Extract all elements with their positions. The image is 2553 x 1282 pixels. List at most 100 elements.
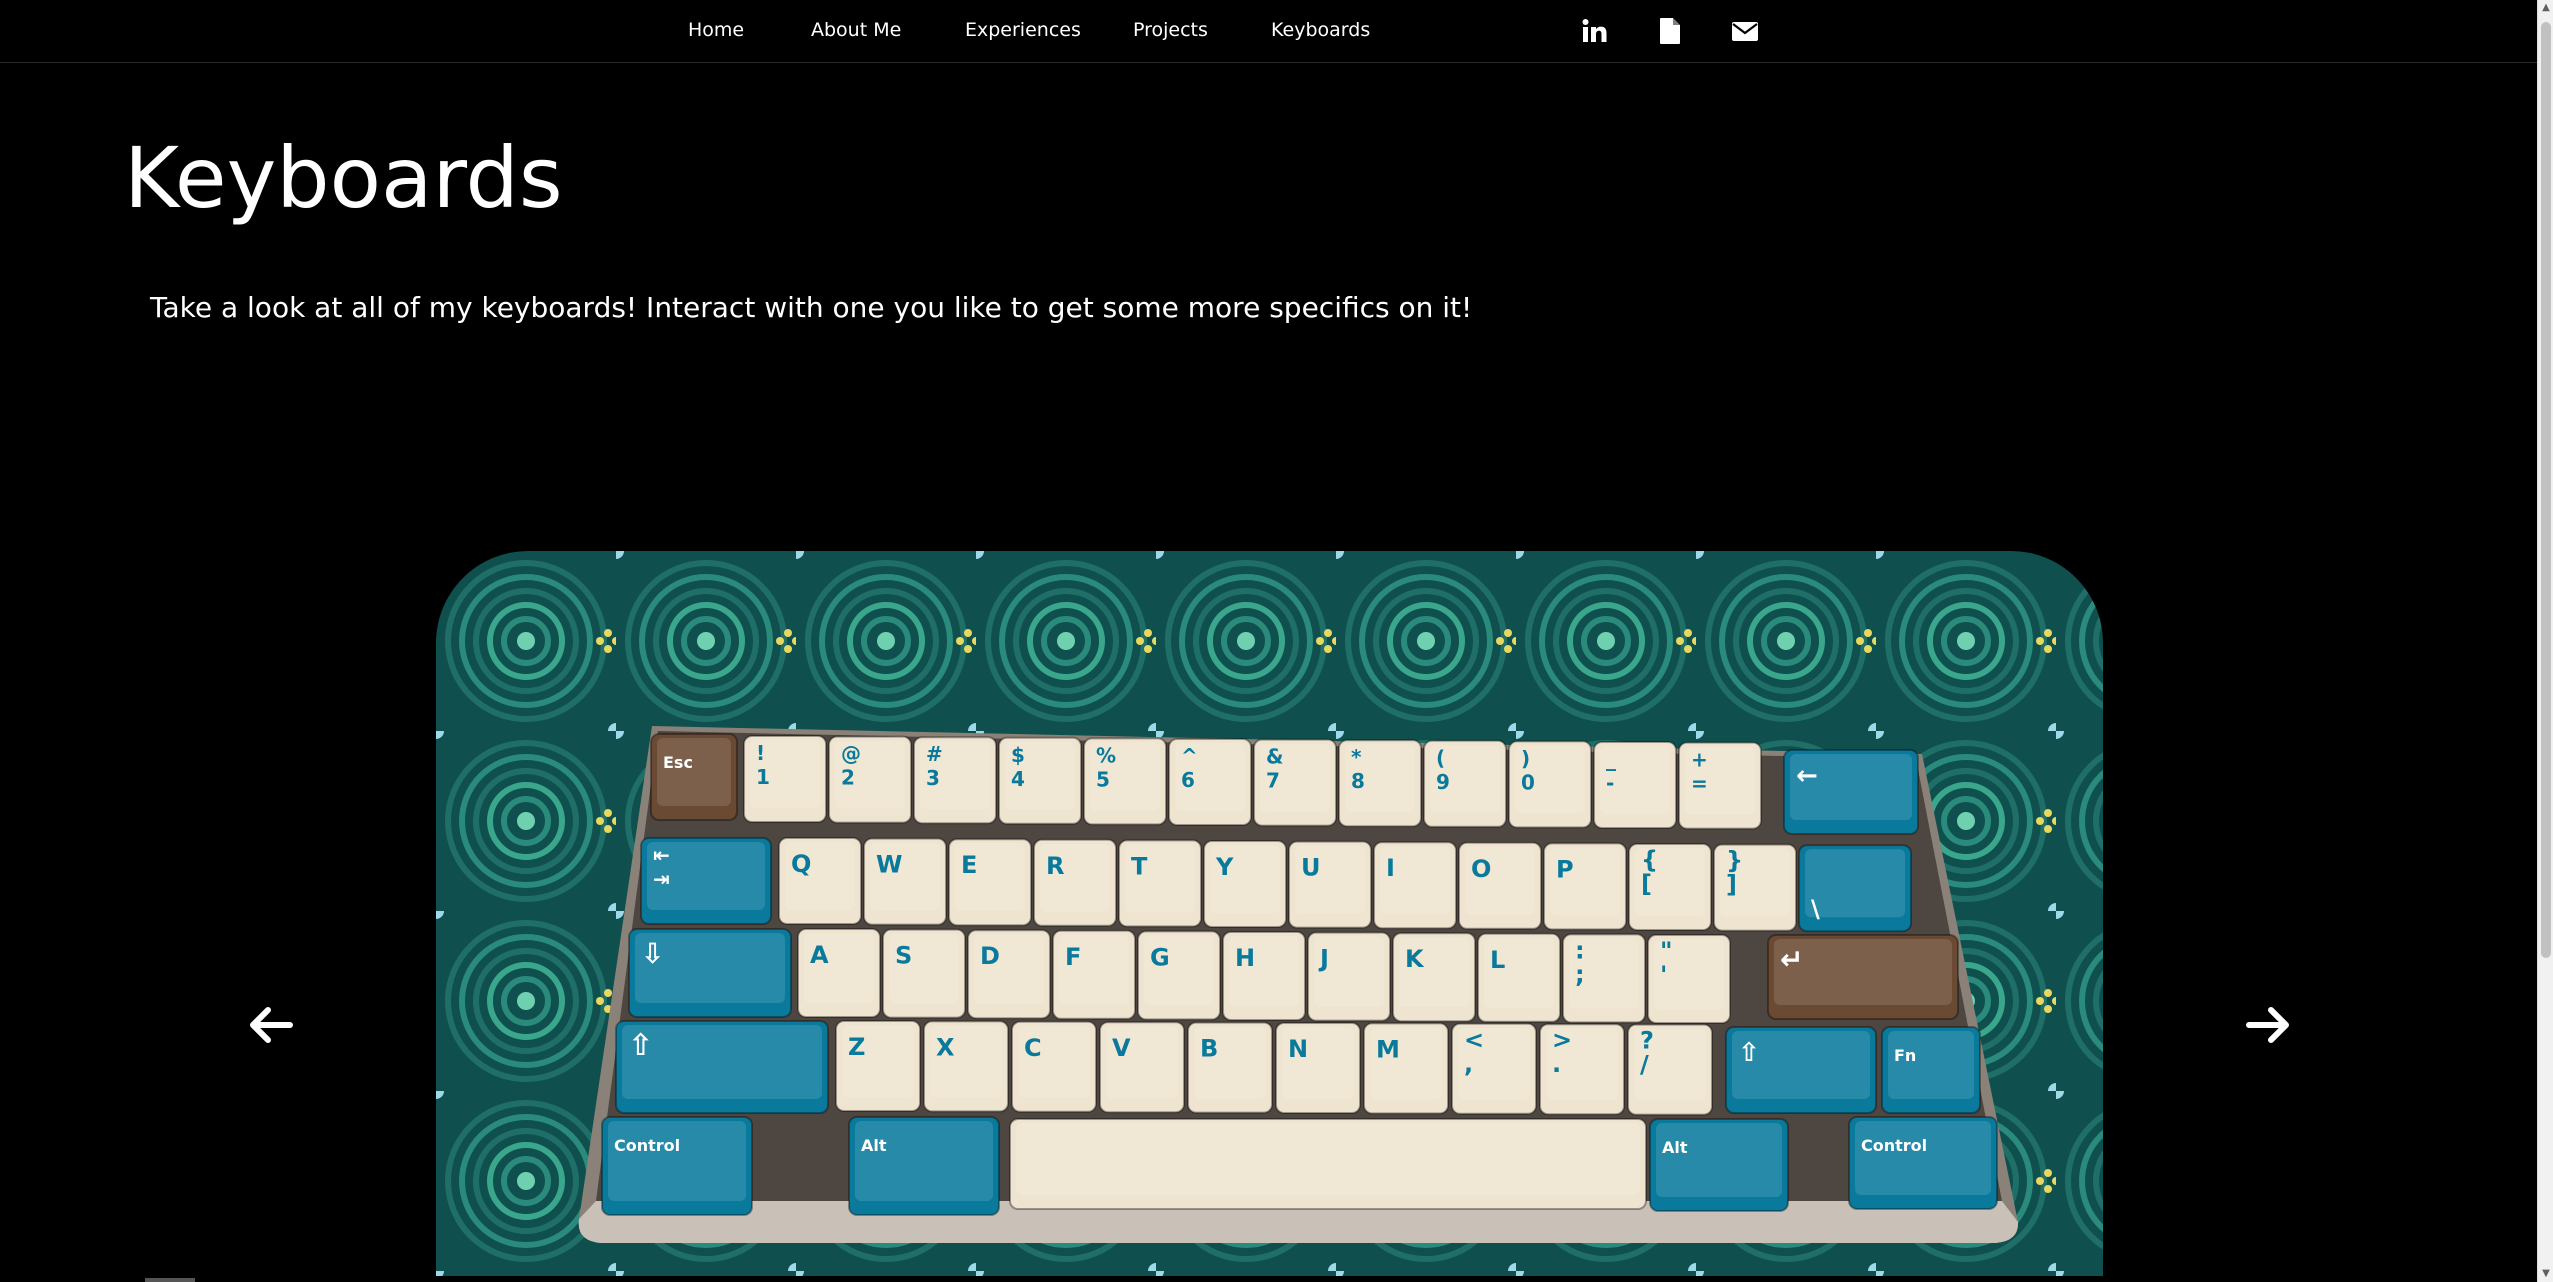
page: Home About Me Experiences Projects Keybo… bbox=[0, 0, 2553, 1282]
svg-text:Alt: Alt bbox=[1662, 1138, 1688, 1157]
key-number: )0 bbox=[1508, 740, 1592, 829]
keyboard-illustration: Esc !1@2#3$4%5^6&7*8(9)0_-+= ←⇤⇥Q W E R T Y U I O P… bbox=[436, 551, 2103, 1282]
key-number: &7 bbox=[1253, 738, 1337, 827]
key-letter: I bbox=[1373, 841, 1457, 930]
key-letter: W bbox=[863, 837, 947, 926]
key-letter: O bbox=[1458, 841, 1542, 930]
key-letter: R bbox=[1033, 838, 1117, 927]
svg-text:M: M bbox=[1376, 1035, 1400, 1063]
svg-text:Alt: Alt bbox=[861, 1136, 887, 1155]
svg-text:H: H bbox=[1235, 944, 1255, 972]
svg-text:\: \ bbox=[1811, 895, 1820, 923]
svg-text:⇧: ⇧ bbox=[1738, 1038, 1760, 1068]
svg-text:A: A bbox=[810, 941, 829, 969]
svg-text:X: X bbox=[936, 1033, 955, 1061]
key-caps: ⇩ bbox=[628, 928, 792, 1018]
key-letter: P bbox=[1543, 842, 1627, 931]
nav-link-about-me[interactable]: About Me bbox=[811, 19, 901, 41]
svg-text:[: [ bbox=[1641, 870, 1652, 898]
svg-text:+: + bbox=[1691, 748, 1708, 772]
svg-text:Fn: Fn bbox=[1894, 1046, 1916, 1065]
key-letter: M bbox=[1363, 1022, 1449, 1115]
svg-text:3: 3 bbox=[926, 766, 940, 790]
key-number: $4 bbox=[998, 736, 1082, 825]
key-letter: \ bbox=[1798, 844, 1912, 933]
svg-text:$: $ bbox=[1011, 743, 1025, 767]
scroll-down-icon[interactable]: ▼ bbox=[2538, 1266, 2553, 1282]
svg-text:←: ← bbox=[1796, 761, 1818, 791]
svg-text:4: 4 bbox=[1011, 767, 1025, 791]
key-letter: Q bbox=[778, 837, 862, 925]
key-letter: {[ bbox=[1628, 843, 1712, 931]
svg-text:⇧: ⇧ bbox=[628, 1028, 653, 1063]
svg-text:V: V bbox=[1112, 1034, 1131, 1062]
svg-text:N: N bbox=[1288, 1035, 1308, 1063]
key-letter: D bbox=[967, 929, 1051, 1020]
envelope-icon[interactable] bbox=[1731, 17, 1759, 45]
key-letter: ?/ bbox=[1627, 1023, 1713, 1116]
svg-text:O: O bbox=[1471, 855, 1491, 883]
intro-text: Take a look at all of my keyboards! Inte… bbox=[150, 291, 1473, 324]
scroll-up-icon[interactable]: ▲ bbox=[2538, 0, 2553, 16]
nav-link-home[interactable]: Home bbox=[688, 19, 744, 41]
key-letter: J bbox=[1307, 931, 1391, 1022]
key-letter: A bbox=[797, 928, 881, 1018]
arrow-left-icon[interactable] bbox=[246, 1000, 296, 1050]
key-letter: "' bbox=[1647, 934, 1731, 1024]
horizontal-scroll-thumb[interactable] bbox=[145, 1278, 195, 1282]
key-alt-left: Alt bbox=[848, 1116, 1000, 1216]
svg-text:↵: ↵ bbox=[1780, 943, 1803, 976]
page-title: Keyboards bbox=[124, 129, 563, 227]
svg-text:#: # bbox=[926, 742, 943, 766]
key-number: _- bbox=[1593, 741, 1677, 829]
svg-text:⇩: ⇩ bbox=[641, 937, 664, 970]
key-number: *8 bbox=[1338, 739, 1422, 828]
svg-text:=: = bbox=[1691, 772, 1708, 796]
linkedin-icon[interactable] bbox=[1582, 17, 1608, 45]
vertical-scrollbar[interactable]: ▲ ▼ bbox=[2537, 0, 2553, 1282]
svg-text:^: ^ bbox=[1181, 744, 1198, 768]
svg-text:Y: Y bbox=[1215, 853, 1234, 881]
key-enter: ↵ bbox=[1767, 934, 1959, 1020]
scroll-thumb[interactable] bbox=[2541, 22, 2551, 958]
key-letter: C bbox=[1011, 1020, 1097, 1113]
key-number: (9 bbox=[1423, 739, 1507, 828]
svg-text:0: 0 bbox=[1521, 770, 1535, 794]
svg-text:;: ; bbox=[1575, 960, 1585, 988]
key-backspace: ← bbox=[1783, 749, 1919, 835]
svg-text:8: 8 bbox=[1351, 769, 1365, 793]
svg-text:Control: Control bbox=[1861, 1136, 1927, 1155]
svg-text:Q: Q bbox=[791, 850, 811, 878]
svg-text:@: @ bbox=[841, 742, 861, 766]
svg-text:D: D bbox=[980, 942, 1000, 970]
svg-text:J: J bbox=[1318, 945, 1329, 973]
svg-text:E: E bbox=[961, 851, 977, 879]
svg-text:W: W bbox=[876, 851, 902, 879]
nav-link-keyboards[interactable]: Keyboards bbox=[1271, 19, 1370, 41]
key-letter: H bbox=[1222, 931, 1306, 1021]
svg-text:1: 1 bbox=[756, 765, 770, 789]
svg-text:S: S bbox=[895, 942, 912, 970]
key-number: += bbox=[1678, 741, 1762, 830]
arrow-right-icon[interactable] bbox=[2243, 1000, 2293, 1050]
svg-text:Control: Control bbox=[614, 1136, 680, 1155]
horizontal-scrollbar[interactable] bbox=[0, 1276, 2537, 1282]
document-icon[interactable] bbox=[1657, 17, 1683, 45]
key-tab: ⇤⇥ bbox=[640, 837, 772, 925]
keyboard-photo[interactable]: Esc! 1 @2 #3 $4% 5 ^ 6 & 7 * 8(9) 0 _ - + = ← ⇤ ⇥ Q W E R T Y U I O P… bbox=[436, 551, 2103, 1282]
key-letter: E bbox=[948, 838, 1032, 927]
nav-link-experiences[interactable]: Experiences bbox=[965, 19, 1081, 41]
svg-text:K: K bbox=[1405, 945, 1425, 973]
nav-link-projects[interactable]: Projects bbox=[1133, 19, 1208, 41]
svg-text:*: * bbox=[1351, 745, 1362, 769]
svg-text:2: 2 bbox=[841, 766, 855, 790]
svg-text:I: I bbox=[1386, 854, 1395, 882]
navbar: Home About Me Experiences Projects Keybo… bbox=[0, 0, 2537, 63]
svg-text:F: F bbox=[1065, 943, 1081, 971]
key-letter: F bbox=[1052, 929, 1136, 1020]
key-alt-right: Alt bbox=[1649, 1118, 1789, 1212]
key-control-left: Control bbox=[601, 1116, 753, 1216]
key-letter: G bbox=[1137, 930, 1221, 1021]
key-letter: N bbox=[1275, 1022, 1361, 1114]
key-letter: B bbox=[1187, 1021, 1273, 1114]
